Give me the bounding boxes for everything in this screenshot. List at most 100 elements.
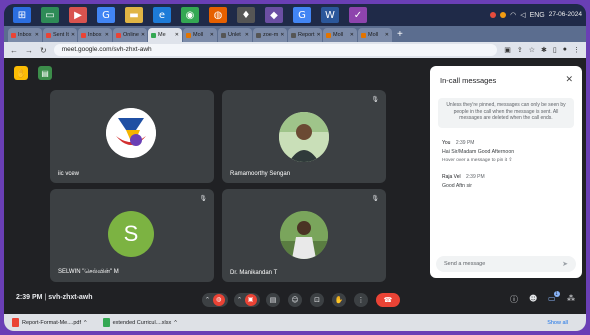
url-input[interactable]: meet.google.com/svh-zhxt-awh	[53, 44, 498, 56]
edge-icon[interactable]: e	[153, 7, 171, 23]
close-tab-icon[interactable]: ✕	[141, 32, 145, 38]
browser-tab[interactable]: Moll ✕	[323, 28, 357, 42]
download-item[interactable]: extended Curricul....xlsx ^	[102, 318, 177, 327]
participant-tile[interactable]: iic vcew	[50, 90, 214, 183]
show-all-link[interactable]: Show all	[547, 320, 568, 326]
chevron-up-icon[interactable]: ^	[84, 320, 87, 326]
close-tab-icon[interactable]: ✕	[245, 32, 249, 38]
back-icon[interactable]: ←	[10, 46, 18, 55]
wifi-icon[interactable]: ◠	[510, 11, 516, 19]
message-time: 2:39 PM	[455, 140, 475, 146]
mic-options-button[interactable]: ^ ◍	[202, 293, 228, 307]
camera-icon[interactable]: ▣	[504, 46, 511, 54]
windows-icon[interactable]: ⊞	[13, 7, 31, 23]
tray-lang[interactable]: ENG	[530, 12, 545, 19]
pdf-file-icon	[12, 318, 19, 327]
media-icon[interactable]: ▶	[69, 7, 87, 23]
share-icon[interactable]: ⇪	[517, 46, 523, 54]
system-tray: ◠ ◁ ENG 27-06-2024	[490, 11, 582, 19]
sidebar-icon[interactable]: ▯	[553, 46, 557, 54]
message-text[interactable]: Hai Sir/Madam Good Afternoon	[442, 149, 514, 155]
close-tab-icon[interactable]: ✕	[350, 32, 354, 38]
menu-icon[interactable]: ⋮	[573, 46, 580, 54]
close-tab-icon[interactable]: ✕	[210, 32, 214, 38]
browser-tab[interactable]: Inbox ✕	[8, 28, 42, 42]
browser-tab[interactable]: Me ✕	[148, 28, 182, 42]
folder-icon[interactable]: ▬	[125, 7, 143, 23]
raise-hand-button[interactable]: ✋	[332, 293, 346, 307]
leave-call-button[interactable]: ☎	[376, 293, 400, 307]
close-tab-icon[interactable]: ✕	[105, 32, 109, 38]
participant-tile[interactable]: 🎙 S SELWIN "செல்வின்" M	[50, 189, 214, 282]
browser-tab[interactable]: Moll ✕	[183, 28, 217, 42]
more-options-button[interactable]: ⋮	[354, 293, 368, 307]
browser-tab[interactable]: Moll ✕	[358, 28, 392, 42]
camera-options-button[interactable]: ^ ▣	[234, 293, 260, 307]
star-icon[interactable]: ☆	[529, 46, 535, 54]
browser-tab[interactable]: Online ✕	[113, 28, 147, 42]
close-tab-icon[interactable]: ✕	[280, 32, 284, 38]
browser-tab[interactable]: zoe-m ✕	[253, 28, 287, 42]
tab-favicon-icon	[81, 32, 86, 38]
app-icon[interactable]: ♦	[237, 7, 255, 23]
participant-photo-avatar	[279, 112, 329, 162]
profile-icon[interactable]: ●	[563, 46, 567, 54]
tray-red-icon[interactable]	[490, 12, 497, 18]
captions-button[interactable]: ▤	[266, 293, 280, 307]
close-tab-icon[interactable]: ✕	[35, 32, 39, 38]
close-tab-icon[interactable]: ✕	[175, 32, 179, 38]
forward-icon[interactable]: →	[25, 46, 33, 55]
tray-orange-icon[interactable]	[500, 12, 507, 18]
download-item[interactable]: Report-Format-Me....pdf ^	[12, 318, 87, 327]
chrome-icon[interactable]: G	[97, 7, 115, 23]
app-icon[interactable]: ✓	[349, 7, 367, 23]
chat-icon[interactable]: ▭ 1	[548, 291, 560, 303]
download-name: Report-Format-Me....pdf	[22, 319, 81, 326]
info-icon[interactable]: ⓘ	[510, 294, 518, 305]
sender-name: You	[442, 140, 451, 146]
message-text[interactable]: Good Aftn sir	[442, 183, 472, 189]
activities-icon[interactable]: ⁂	[567, 294, 575, 303]
browser-tab[interactable]: Sent It ✕	[43, 28, 77, 42]
chrome-icon[interactable]: ◉	[181, 7, 199, 23]
app-icon[interactable]: ◆	[265, 7, 283, 23]
emoji-button[interactable]: ☺	[288, 293, 302, 307]
browser-tab[interactable]: Inbox ✕	[78, 28, 112, 42]
close-tab-icon[interactable]: ✕	[71, 32, 75, 38]
excel-file-icon	[102, 318, 110, 327]
activities-icon[interactable]: ▤	[38, 66, 52, 80]
present-button[interactable]: ⊡	[310, 293, 324, 307]
pin-icon[interactable]: ⇧	[508, 158, 512, 163]
clock[interactable]: 27-06-2024	[549, 11, 582, 19]
address-bar-row: ← → ↻ meet.google.com/svh-zhxt-awh ▣ ⇪ ☆…	[4, 42, 586, 58]
tab-label: Moll	[193, 32, 204, 38]
word-icon[interactable]: W	[321, 7, 339, 23]
people-icon[interactable]: ☻	[529, 294, 537, 303]
participant-tile[interactable]: 🎙 Dr. Manikandan T	[222, 189, 386, 282]
pin-hint: Hover over a message to pin it ⇧	[442, 158, 512, 163]
meeting-info: 2:39 PM | svh-zhxt-awh	[16, 294, 93, 301]
monitor-icon[interactable]: ▭	[41, 7, 59, 23]
chevron-up-icon[interactable]: ^	[174, 320, 177, 326]
close-tab-icon[interactable]: ✕	[385, 32, 389, 38]
meeting-time: 2:39 PM	[16, 294, 43, 301]
mic-off-icon: 🎙	[199, 196, 207, 202]
browser-tab[interactable]: Report ✕	[288, 28, 322, 42]
extensions-icon[interactable]: ✱	[541, 46, 547, 54]
send-icon[interactable]: ➤	[562, 260, 568, 268]
new-tab-button[interactable]: +	[397, 28, 403, 42]
firefox-icon[interactable]: ◍	[209, 7, 227, 23]
close-icon[interactable]: ✕	[565, 74, 573, 85]
tab-favicon-icon	[116, 32, 121, 38]
hand-icon[interactable]: ✋	[14, 66, 28, 80]
reload-icon[interactable]: ↻	[40, 46, 47, 55]
close-tab-icon[interactable]: ✕	[317, 32, 321, 38]
tab-label: Unlet	[228, 32, 241, 38]
camera-off-icon: ▣	[244, 294, 257, 306]
volume-icon[interactable]: ◁	[520, 11, 525, 19]
send-message-input[interactable]: Send a message	[436, 256, 576, 272]
participant-name: iic vcew	[58, 171, 80, 177]
browser-tab[interactable]: Unlet ✕	[218, 28, 252, 42]
participant-tile[interactable]: 🎙 Ramamoorthy Sengan	[222, 90, 386, 183]
chrome-icon[interactable]: G	[293, 7, 311, 23]
